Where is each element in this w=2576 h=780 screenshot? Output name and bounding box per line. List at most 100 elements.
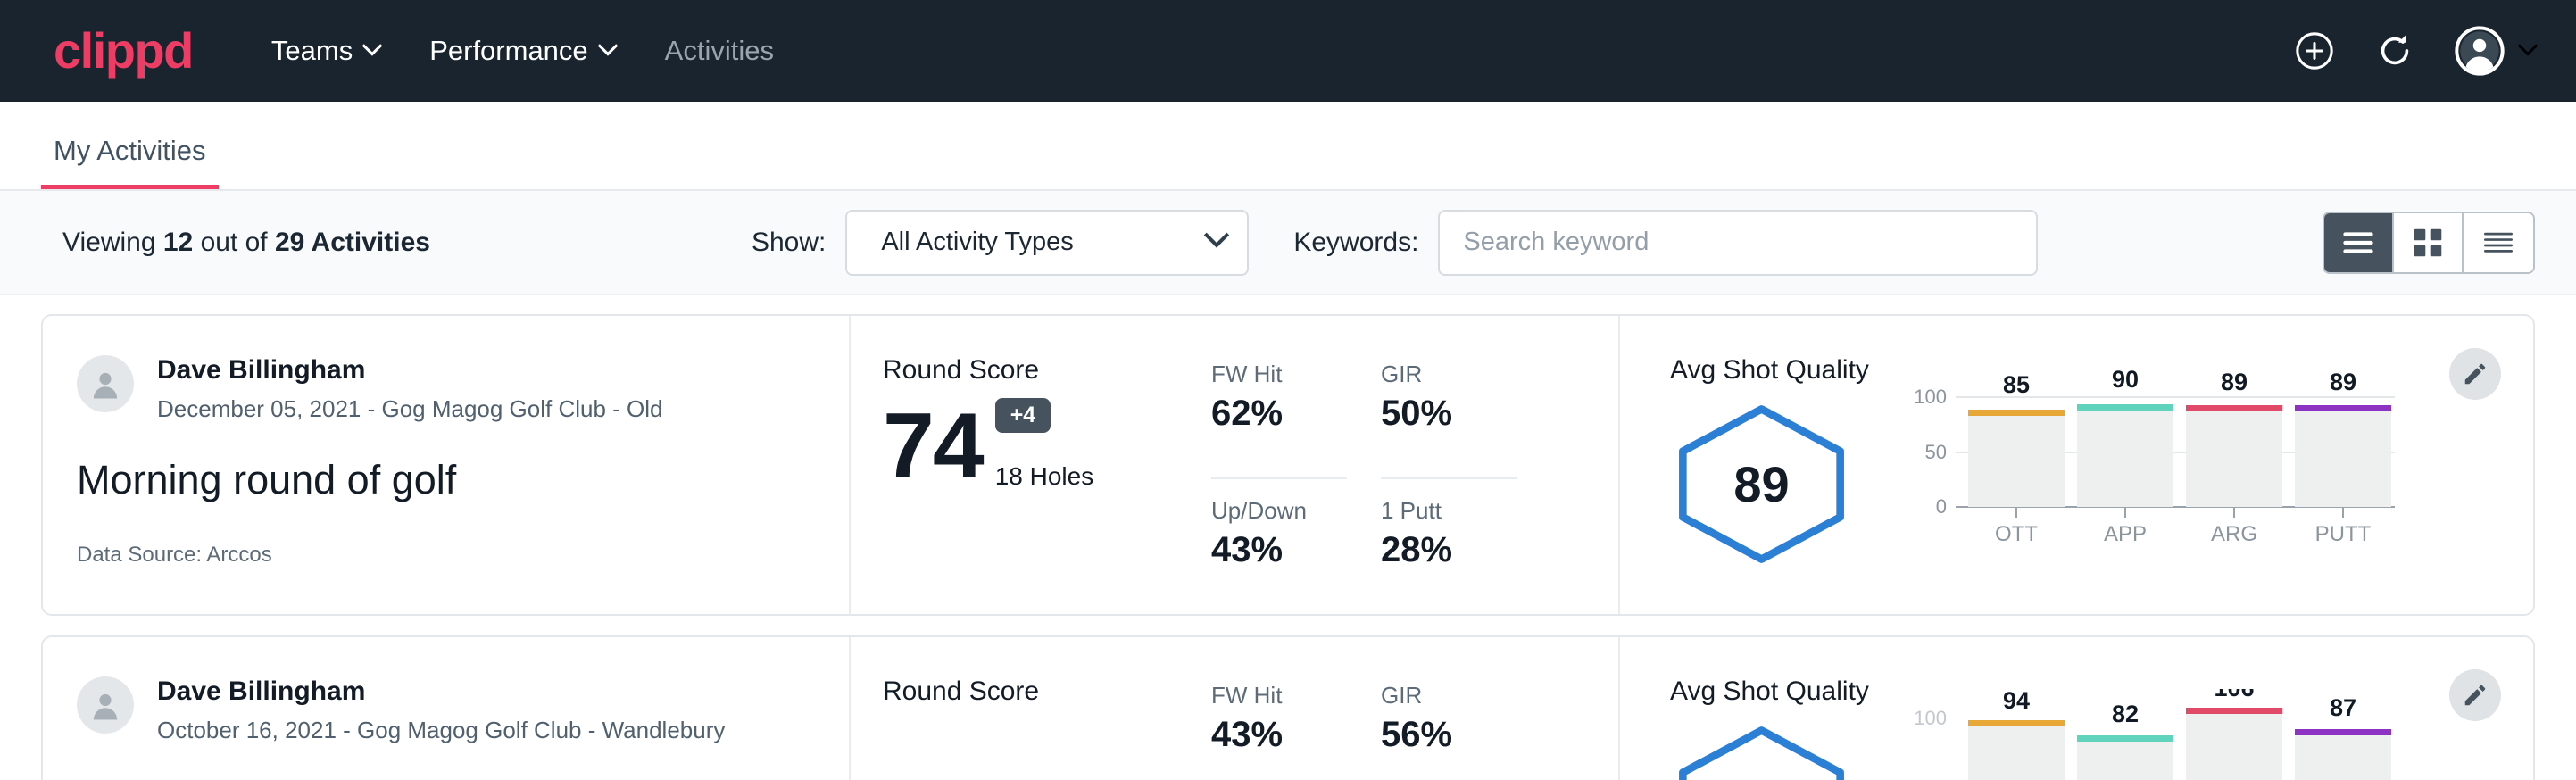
activity-card[interactable]: Dave Billingham October 16, 2021 - Gog M… [41, 635, 2535, 780]
round-score-side: +4 18 Holes [995, 398, 1094, 491]
stat-gir: GIR 50% [1381, 361, 1517, 479]
show-filter-group: Show: All Activity Types [752, 210, 1249, 276]
round-stats-grid: FW Hit 43% GIR 56% [1211, 682, 1517, 780]
nav-actions [2294, 26, 2535, 76]
brand-logo[interactable]: clippd [54, 26, 193, 76]
search-input-placeholder: Search keyword [1463, 228, 1649, 257]
bar-value-putt: 87 [2330, 694, 2356, 721]
view-mode-grid-button[interactable] [2394, 213, 2464, 272]
round-score-block: Round Score 74 +4 18 Holes [883, 355, 1211, 614]
stat-label: FW Hit [1211, 361, 1347, 388]
y-tick-0: 0 [1936, 495, 1947, 518]
refresh-button[interactable] [2374, 30, 2415, 71]
round-score-label: Round Score [883, 676, 1211, 707]
grid-view-icon [2412, 227, 2444, 259]
viewing-middle: out of [193, 228, 275, 257]
viewing-count-text: Viewing 12 out of 29 Activities [62, 228, 430, 258]
keywords-filter-group: Keywords: Search keyword [1293, 210, 2038, 276]
avatar [77, 355, 134, 412]
round-score-row: 74 +4 18 Holes [883, 398, 1211, 491]
hexagon-icon [1670, 723, 1853, 780]
viewing-prefix: Viewing [62, 228, 163, 257]
add-activity-button[interactable] [2294, 30, 2335, 71]
shot-quality-summary: Avg Shot Quality 89 [1670, 355, 1913, 614]
round-score-value: 74 [883, 402, 983, 491]
view-mode-list-button[interactable] [2324, 213, 2394, 272]
y-tick-100: 100 [1914, 707, 1947, 729]
plus-circle-icon [2294, 30, 2335, 71]
nav-item-activities[interactable]: Activities [665, 35, 774, 67]
nav-item-performance-label: Performance [429, 35, 587, 67]
activity-author-name: Dave Billingham [157, 676, 725, 708]
stat-value: 28% [1381, 530, 1517, 570]
activity-card-list: Dave Billingham December 05, 2021 - Gog … [0, 295, 2576, 780]
stat-gir: GIR 56% [1381, 682, 1517, 780]
round-stats-grid: FW Hit 62% GIR 50% Up/Down 43% 1 Putt 28… [1211, 361, 1517, 614]
stat-value: 43% [1211, 530, 1347, 570]
bar-chart-svg: 100 94 82 106 87 [1913, 689, 2395, 780]
bar-value-app: 82 [2112, 701, 2139, 727]
round-score-block: Round Score [883, 676, 1211, 780]
stat-label: GIR [1381, 682, 1517, 709]
stat-fw-hit: FW Hit 62% [1211, 361, 1347, 479]
stat-label: GIR [1381, 361, 1517, 388]
activity-author: Dave Billingham October 16, 2021 - Gog M… [77, 676, 849, 744]
stat-value: 56% [1381, 715, 1517, 755]
filter-toolbar: Viewing 12 out of 29 Activities Show: Al… [0, 191, 2576, 295]
shot-quality-value: 89 [1670, 402, 1853, 567]
bar-value-ott: 85 [2003, 371, 2030, 398]
shot-quality-summary: Avg Shot Quality [1670, 676, 1913, 780]
avatar-icon [2455, 26, 2505, 76]
activity-author-text: Dave Billingham October 16, 2021 - Gog M… [157, 676, 725, 744]
avatar [77, 676, 134, 734]
activity-card-scores: Round Score FW Hit 43% GIR 56% [851, 637, 1620, 780]
nav-item-performance[interactable]: Performance [429, 35, 614, 67]
activity-title: Morning round of golf [77, 457, 849, 503]
activity-card[interactable]: Dave Billingham December 05, 2021 - Gog … [41, 314, 2535, 616]
search-input[interactable]: Search keyword [1438, 210, 2038, 276]
stat-value: 43% [1211, 715, 1347, 755]
bar-label-app: APP [2104, 522, 2147, 546]
shot-quality-label: Avg Shot Quality [1670, 676, 1913, 707]
shot-quality-hexagon: 89 [1670, 402, 1853, 567]
edit-activity-button[interactable] [2449, 669, 2501, 721]
activity-type-selected-value: All Activity Types [881, 228, 1073, 257]
shot-quality-bar-chart: 100 94 82 106 87 [1913, 676, 2395, 780]
person-icon [86, 364, 125, 403]
list-view-icon [2340, 229, 2376, 256]
bar-value-arg: 106 [2214, 689, 2254, 701]
activity-meta: December 05, 2021 - Gog Magog Golf Club … [157, 395, 663, 423]
activity-meta: October 16, 2021 - Gog Magog Golf Club -… [157, 717, 725, 744]
activity-card-summary: Dave Billingham October 16, 2021 - Gog M… [43, 637, 851, 780]
chevron-down-icon [597, 36, 618, 56]
chevron-down-icon [2518, 36, 2539, 56]
stat-up-down: Up/Down 43% [1211, 497, 1347, 614]
activity-card-scores: Round Score 74 +4 18 Holes FW Hit 62% GI… [851, 316, 1620, 614]
stat-label: 1 Putt [1381, 497, 1517, 525]
top-navigation-bar: clippd Teams Performance Activities [0, 0, 2576, 102]
shot-quality-bar-chart: 100 50 0 85 OTT 90 [1913, 355, 2395, 614]
stat-label: FW Hit [1211, 682, 1347, 709]
holes-played: 18 Holes [995, 462, 1094, 491]
edit-activity-button[interactable] [2449, 348, 2501, 400]
y-tick-50: 50 [1925, 441, 1947, 463]
viewing-total: 29 Activities [275, 228, 430, 257]
nav-item-teams-label: Teams [271, 35, 353, 67]
bar-value-ott: 94 [2003, 689, 2030, 714]
activity-author: Dave Billingham December 05, 2021 - Gog … [77, 355, 849, 423]
user-menu-button[interactable] [2455, 26, 2535, 76]
view-mode-compact-button[interactable] [2464, 213, 2533, 272]
person-icon [86, 685, 125, 725]
stat-value: 50% [1381, 394, 1517, 434]
nav-item-teams[interactable]: Teams [271, 35, 379, 67]
page-tab-bar: My Activities [0, 102, 2576, 191]
activity-type-select[interactable]: All Activity Types [845, 210, 1249, 276]
stat-one-putt: 1 Putt 28% [1381, 497, 1517, 614]
shot-quality-label: Avg Shot Quality [1670, 355, 1913, 386]
main-nav-links: Teams Performance Activities [271, 35, 774, 67]
refresh-icon [2374, 30, 2415, 71]
stat-fw-hit: FW Hit 43% [1211, 682, 1347, 780]
stat-label: Up/Down [1211, 497, 1347, 525]
viewing-count: 12 [163, 228, 193, 257]
tab-my-activities[interactable]: My Activities [41, 135, 219, 189]
